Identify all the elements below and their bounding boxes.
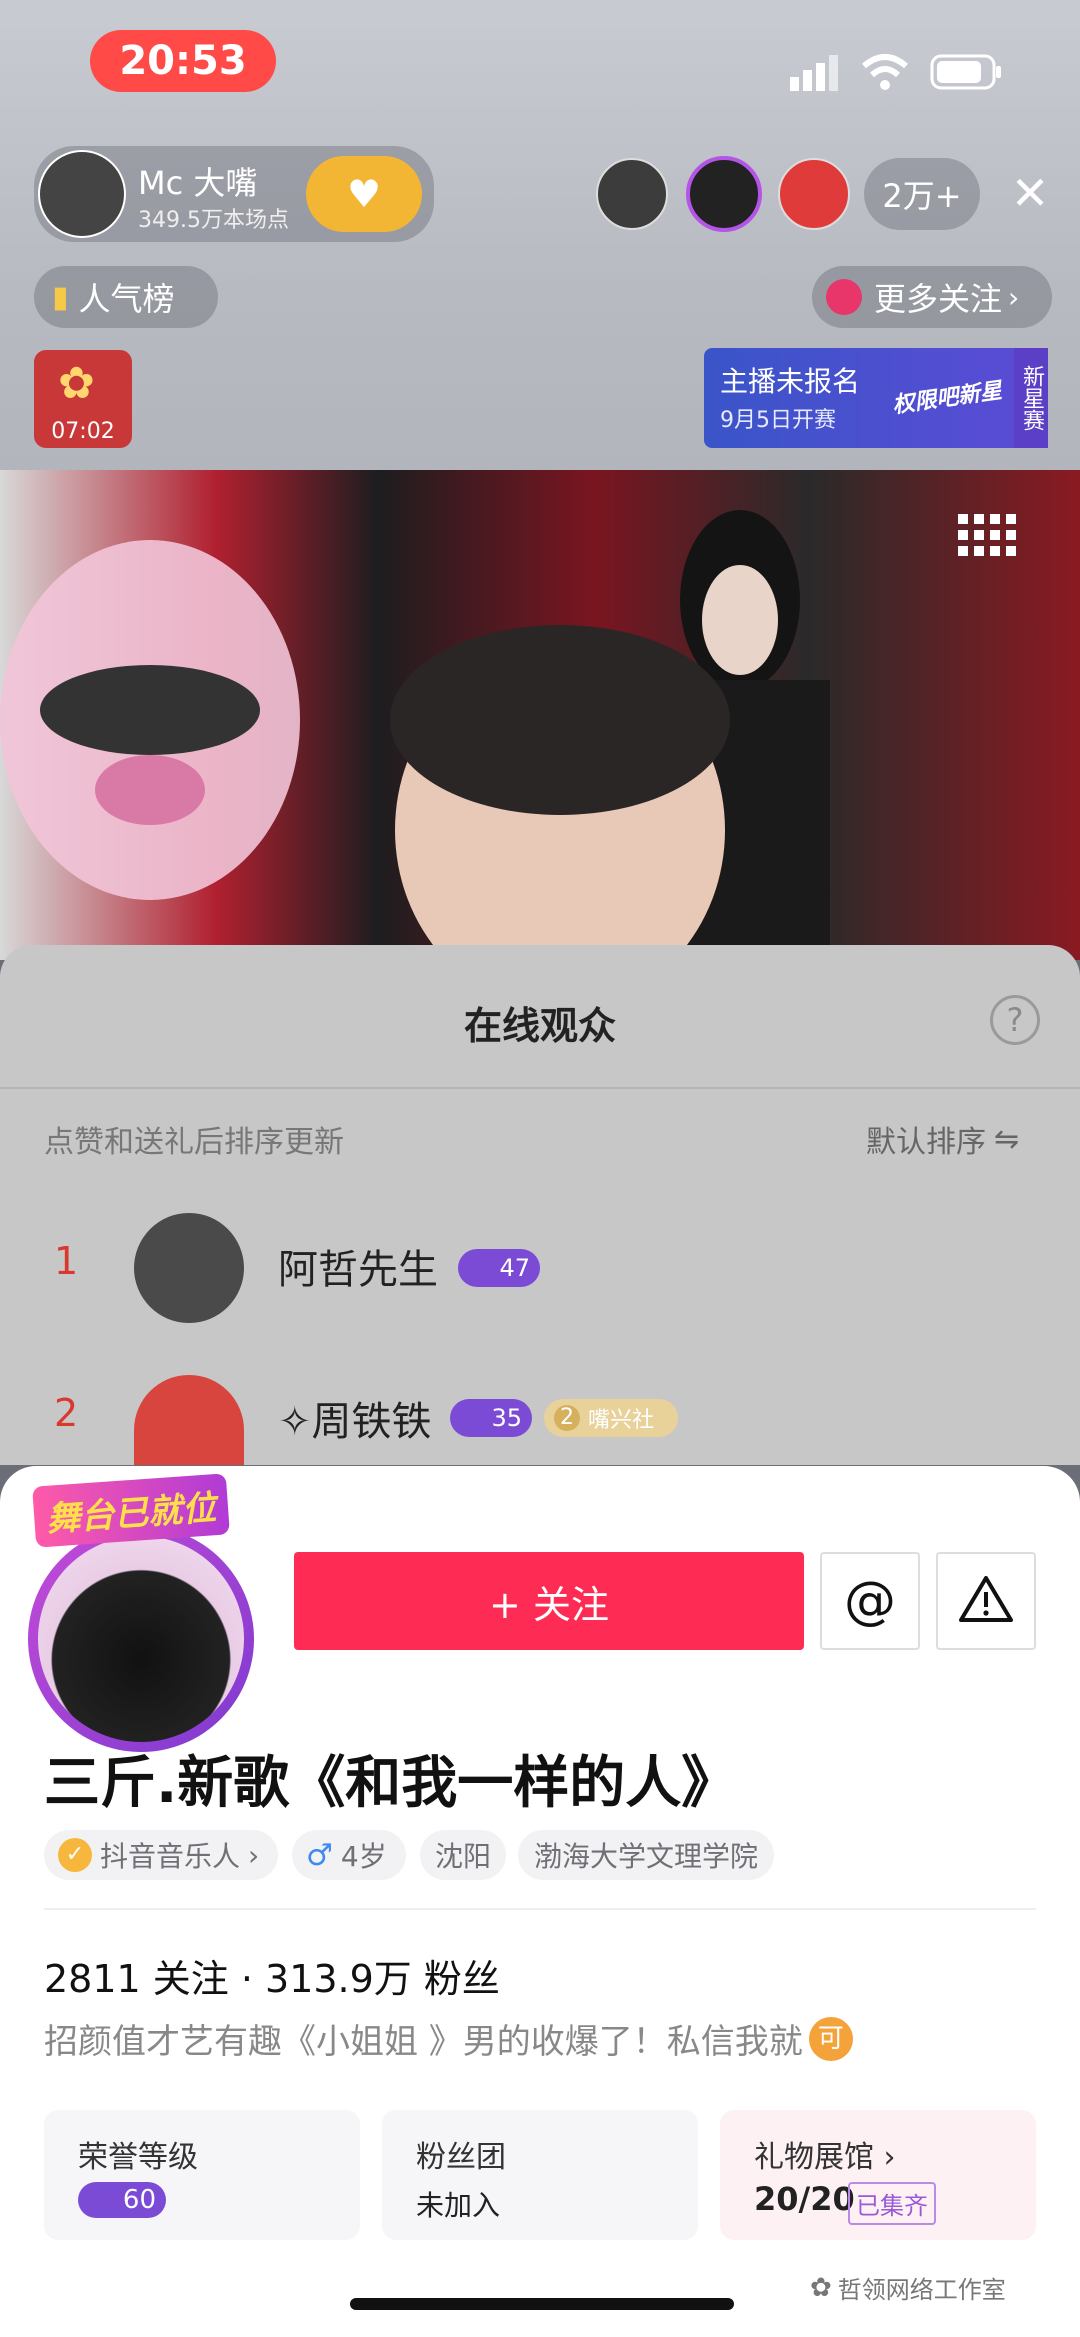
signal-icon xyxy=(790,55,840,91)
fan-club-level: 2 xyxy=(554,1405,580,1431)
card-title: 礼物展馆 › xyxy=(754,2132,896,2176)
viewer-avatar[interactable] xyxy=(686,156,762,232)
anchor-name: Mc 大嘴 xyxy=(138,164,258,202)
follow-stats: 2811 关注 · 313.9万 粉丝 xyxy=(44,1957,500,2001)
rank-number: 2 xyxy=(54,1391,79,1435)
chevron-right-icon: › xyxy=(248,1838,260,1872)
battery-icon xyxy=(930,54,1002,90)
card-title: 粉丝团 xyxy=(416,2140,506,2175)
viewer-avatar[interactable] xyxy=(778,158,850,230)
contest-title: 主播未报名 xyxy=(720,365,861,398)
rank-number: 1 xyxy=(54,1239,79,1283)
viewer-name: ✧周铁铁 xyxy=(278,1399,432,1445)
popularity-label: 人气榜 xyxy=(78,280,175,318)
fan-club-name: 嘴兴社 xyxy=(588,1408,655,1433)
anchor-info[interactable]: Mc 大嘴 349.5万本场点 ♥ xyxy=(34,146,434,242)
profile-avatar[interactable] xyxy=(28,1526,254,1752)
profile-divider xyxy=(44,1908,1036,1910)
contest-date: 9月5日开赛 xyxy=(720,408,836,433)
more-follow-label: 更多关注 xyxy=(874,280,1003,318)
heart-plus-icon: ♥ xyxy=(346,172,382,216)
level-value: 47 xyxy=(499,1254,530,1282)
card-title: 荣誉等级 xyxy=(78,2140,198,2175)
report-button[interactable] xyxy=(936,1552,1036,1650)
at-button[interactable]: @ xyxy=(820,1552,920,1650)
gift-timer: 07:02 xyxy=(51,419,115,444)
bio-badge: 可 xyxy=(808,2016,853,2061)
contest-tag: 新星赛 xyxy=(1014,348,1048,448)
tag-label: 渤海大学文理学院 xyxy=(533,1840,758,1873)
watermark: ✿ 哲领网络工作室 xyxy=(810,2270,1006,2305)
watermark-text: 哲领网络工作室 xyxy=(837,2276,1006,2304)
level-badge: 35 xyxy=(450,1399,532,1437)
chevron-right-icon: › xyxy=(883,2140,896,2175)
help-icon[interactable]: ? xyxy=(990,995,1040,1045)
tag-musician[interactable]: ✓ 抖音音乐人 › xyxy=(44,1830,278,1880)
contest-banner[interactable]: 主播未报名 9月5日开赛 权限吧新星 新星赛 xyxy=(704,348,1048,448)
tag-school: 渤海大学文理学院 xyxy=(518,1830,774,1880)
honor-level-card[interactable]: 荣誉等级 60 xyxy=(44,2110,360,2240)
wifi-icon xyxy=(862,52,908,92)
avatar[interactable] xyxy=(134,1375,244,1465)
bio-text: 招颜值才艺有趣《小姐姐 》男的收爆了！私信我就 xyxy=(44,2022,803,2062)
fan-club-card[interactable]: 粉丝团 未加入 xyxy=(382,2110,698,2240)
verified-icon: ✓ xyxy=(58,1838,92,1872)
avatar[interactable] xyxy=(134,1213,244,1323)
more-follow-button[interactable]: 更多关注 › xyxy=(812,266,1052,328)
status-time: 20:53 xyxy=(90,30,276,92)
tag-city: 沈阳 xyxy=(420,1830,506,1880)
gift-timer-box[interactable]: ✿ 07:02 xyxy=(34,350,132,448)
wechat-icon: ✿ xyxy=(810,2272,832,2303)
audience-title: 在线观众 xyxy=(463,1004,616,1048)
fan-club-badge: 2 嘴兴社 xyxy=(544,1399,678,1437)
profile-name: 三斤.新歌《和我一样的人》 xyxy=(44,1751,738,1816)
male-icon: ♂ xyxy=(306,1837,333,1873)
grid-menu-icon[interactable] xyxy=(958,514,1018,574)
stage-badge: 舞台已就位 xyxy=(32,1473,230,1548)
level-value: 60 xyxy=(122,2185,156,2215)
follow-button[interactable]: + 关注 xyxy=(294,1552,804,1650)
close-icon[interactable]: ✕ xyxy=(1005,168,1055,218)
panel-divider xyxy=(0,1087,1080,1089)
card-title-text: 礼物展馆 xyxy=(754,2140,874,2175)
level-badge: 60 xyxy=(78,2182,166,2218)
follow-anchor-button[interactable]: ♥ xyxy=(306,156,422,232)
at-icon: @ xyxy=(844,1571,896,1631)
chevron-right-icon: › xyxy=(1008,280,1020,314)
tag-label: 沈阳 xyxy=(434,1840,491,1873)
popularity-chart-button[interactable]: ▮ 人气榜 xyxy=(34,266,218,328)
sort-button[interactable]: 默认排序 ⇋ xyxy=(866,1117,1019,1161)
avatar-image xyxy=(38,1536,244,1742)
gift-bag-icon: ✿ xyxy=(58,358,95,409)
tag-age: ♂ 4岁 xyxy=(292,1830,406,1880)
gift-count: 20/20 xyxy=(754,2180,855,2218)
level-value: 35 xyxy=(491,1404,522,1432)
list-item[interactable]: 2 ✧周铁铁 35 2 嘴兴社 xyxy=(0,1375,1080,1465)
viewer-avatar[interactable] xyxy=(596,158,668,230)
level-badge: 47 xyxy=(458,1249,540,1287)
warning-icon xyxy=(958,1574,1014,1628)
tag-label: 4岁 xyxy=(340,1840,387,1873)
home-indicator xyxy=(350,2298,734,2310)
live-video-frame xyxy=(0,470,1080,960)
swap-icon: ⇋ xyxy=(994,1121,1020,1157)
collected-badge: 已集齐 xyxy=(848,2182,936,2225)
sort-label: 默认排序 xyxy=(866,1125,986,1160)
tag-label: 抖音音乐人 xyxy=(100,1840,241,1873)
list-item[interactable]: 1 阿哲先生 47 xyxy=(0,1205,1080,1329)
gift-gallery-card[interactable]: 礼物展馆 › 20/20 已集齐 xyxy=(720,2110,1036,2240)
fan-club-status: 未加入 xyxy=(416,2189,501,2222)
profile-bio: 招颜值才艺有趣《小姐姐 》男的收爆了！私信我就 可 xyxy=(44,2014,853,2063)
viewer-count[interactable]: 2万+ xyxy=(864,158,980,230)
audience-panel: 在线观众 ? 点赞和送礼后排序更新 默认排序 ⇋ 1 阿哲先生 47 2 ✧周铁… xyxy=(0,945,1080,1465)
anchor-stat: 349.5万本场点 xyxy=(138,208,289,233)
live-dot-icon xyxy=(826,279,862,315)
viewer-name: 阿哲先生 xyxy=(278,1247,438,1293)
sort-hint: 点赞和送礼后排序更新 xyxy=(44,1125,344,1160)
bar-chart-icon: ▮ xyxy=(52,279,69,315)
anchor-avatar[interactable] xyxy=(38,150,126,238)
contest-art: 权限吧新星 xyxy=(891,378,1004,419)
